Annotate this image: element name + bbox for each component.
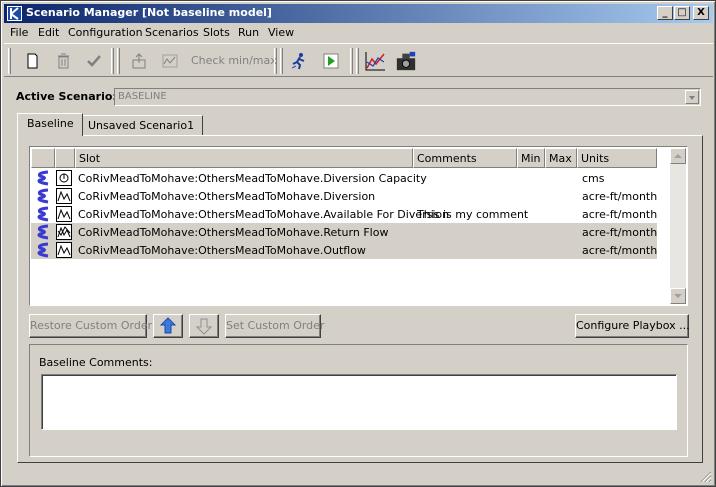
arrow-down-icon — [195, 318, 213, 335]
arrow-up-icon — [159, 317, 177, 334]
slot-name: CoRivMeadToMohave:OthersMeadToMohave.Div… — [78, 190, 376, 203]
header-icon-col — [31, 148, 55, 168]
slot-units: acre-ft/month — [582, 190, 658, 203]
slot-name: CoRivMeadToMohave:OthersMeadToMohave.Ret… — [78, 226, 389, 239]
export-icon[interactable] — [128, 50, 150, 72]
maximize-button[interactable]: □ — [674, 6, 690, 20]
header-min[interactable]: Min — [517, 148, 545, 168]
menu-slots[interactable]: Slots — [203, 26, 230, 39]
menu-file[interactable]: File — [10, 26, 28, 39]
periodic-slot-icon — [56, 170, 72, 186]
table-header: Slot Comments Min Max Units — [31, 148, 657, 168]
restore-custom-order-button[interactable]: Restore Custom Order — [29, 314, 152, 338]
slot-units: acre-ft/month — [582, 208, 658, 221]
toolbar-grip — [117, 48, 120, 74]
slot-units: cms — [582, 172, 605, 185]
configure-playbox-button[interactable]: Configure Playbox ... — [575, 314, 690, 338]
play-icon[interactable] — [320, 50, 342, 72]
slot-units: acre-ft/month — [582, 226, 658, 239]
trash-icon[interactable] — [52, 50, 74, 72]
resize-grip-icon[interactable] — [700, 471, 712, 483]
tab-baseline[interactable]: Baseline — [17, 113, 83, 136]
toolbar-grip — [356, 48, 359, 74]
flow-icon — [37, 188, 49, 204]
tab-unsaved-scenario1[interactable]: Unsaved Scenario1 — [78, 115, 204, 135]
move-up-button[interactable] — [153, 314, 183, 338]
header-comments[interactable]: Comments — [413, 148, 517, 168]
move-down-button[interactable] — [189, 314, 219, 338]
scroll-up-icon[interactable] — [670, 148, 686, 164]
toolbar-grip — [280, 48, 283, 74]
snapshot-camera-icon[interactable] — [395, 50, 417, 72]
flow-icon — [37, 206, 49, 222]
toolbar-grip[interactable] — [8, 48, 11, 74]
new-icon[interactable] — [21, 50, 43, 72]
menu-scenarios[interactable]: Scenarios — [145, 26, 199, 39]
active-scenario-dropdown[interactable]: BASELINE — [114, 88, 701, 106]
window-title: Scenario Manager [Not baseline model] — [26, 6, 272, 19]
toolbar-grip — [274, 48, 277, 74]
minimize-button[interactable]: _ — [657, 6, 673, 20]
vertical-scrollbar[interactable] — [670, 148, 686, 304]
app-icon — [7, 6, 22, 21]
slot-table: Slot Comments Min Max Units CoRivMeadToM… — [29, 146, 688, 306]
table-row[interactable]: CoRivMeadToMohave:OthersMeadToMohave.Out… — [31, 241, 657, 259]
toolbar: Check min/max — [4, 43, 713, 77]
baseline-comments-label: Baseline Comments: — [39, 356, 153, 369]
table-row[interactable]: CoRivMeadToMohave:OthersMeadToMohave.Div… — [31, 187, 657, 205]
menu-edit[interactable]: Edit — [38, 26, 59, 39]
check-min-max-button[interactable]: Check min/max — [191, 54, 277, 67]
menu-configuration[interactable]: Configuration — [68, 26, 143, 39]
scroll-down-icon[interactable] — [670, 288, 686, 304]
series-slot-icon — [56, 242, 72, 258]
menu-run[interactable]: Run — [238, 26, 259, 39]
run-figure-icon[interactable] — [288, 50, 310, 72]
toolbar-grip — [350, 48, 353, 74]
flow-icon — [37, 242, 49, 258]
flow-icon — [37, 224, 49, 240]
slot-name: CoRivMeadToMohave:OthersMeadToMohave.Ava… — [78, 208, 450, 221]
series-slot-icon — [56, 188, 72, 204]
header-icon-col — [55, 148, 75, 168]
active-scenario-label: Active Scenario: — [16, 90, 117, 103]
toolbar-grip — [111, 48, 114, 74]
menu-bar: File Edit Configuration Scenarios Slots … — [4, 24, 713, 42]
graph-check-icon[interactable] — [159, 50, 181, 72]
header-slot[interactable]: Slot — [75, 148, 413, 168]
table-row[interactable]: CoRivMeadToMohave:OthersMeadToMohave.Ava… — [31, 205, 657, 223]
slot-name: CoRivMeadToMohave:OthersMeadToMohave.Out… — [78, 244, 366, 257]
slot-units: acre-ft/month — [582, 244, 658, 257]
header-max[interactable]: Max — [545, 148, 577, 168]
set-custom-order-button[interactable]: Set Custom Order — [225, 314, 324, 338]
table-row[interactable]: CoRivMeadToMohave:OthersMeadToMohave.Ret… — [31, 223, 657, 241]
close-button[interactable]: X — [693, 6, 709, 20]
active-scenario-value: BASELINE — [118, 91, 167, 102]
slot-name: CoRivMeadToMohave:OthersMeadToMohave.Div… — [78, 172, 427, 185]
flow-icon — [37, 170, 49, 186]
chevron-down-icon[interactable] — [685, 90, 699, 104]
header-units[interactable]: Units — [577, 148, 657, 168]
menu-view[interactable]: View — [268, 26, 294, 39]
scenario-manager-window: Scenario Manager [Not baseline model] _ … — [0, 0, 716, 487]
plot-icon[interactable] — [364, 50, 386, 72]
table-row[interactable]: CoRivMeadToMohave:OthersMeadToMohave.Div… — [31, 169, 657, 187]
checkmark-icon[interactable] — [83, 50, 105, 72]
title-bar[interactable]: Scenario Manager [Not baseline model] _ … — [4, 4, 713, 23]
multi-series-slot-icon — [56, 224, 72, 240]
series-slot-icon — [56, 206, 72, 222]
slot-comment: This is my comment — [417, 208, 529, 221]
baseline-comments-field[interactable] — [41, 374, 677, 430]
